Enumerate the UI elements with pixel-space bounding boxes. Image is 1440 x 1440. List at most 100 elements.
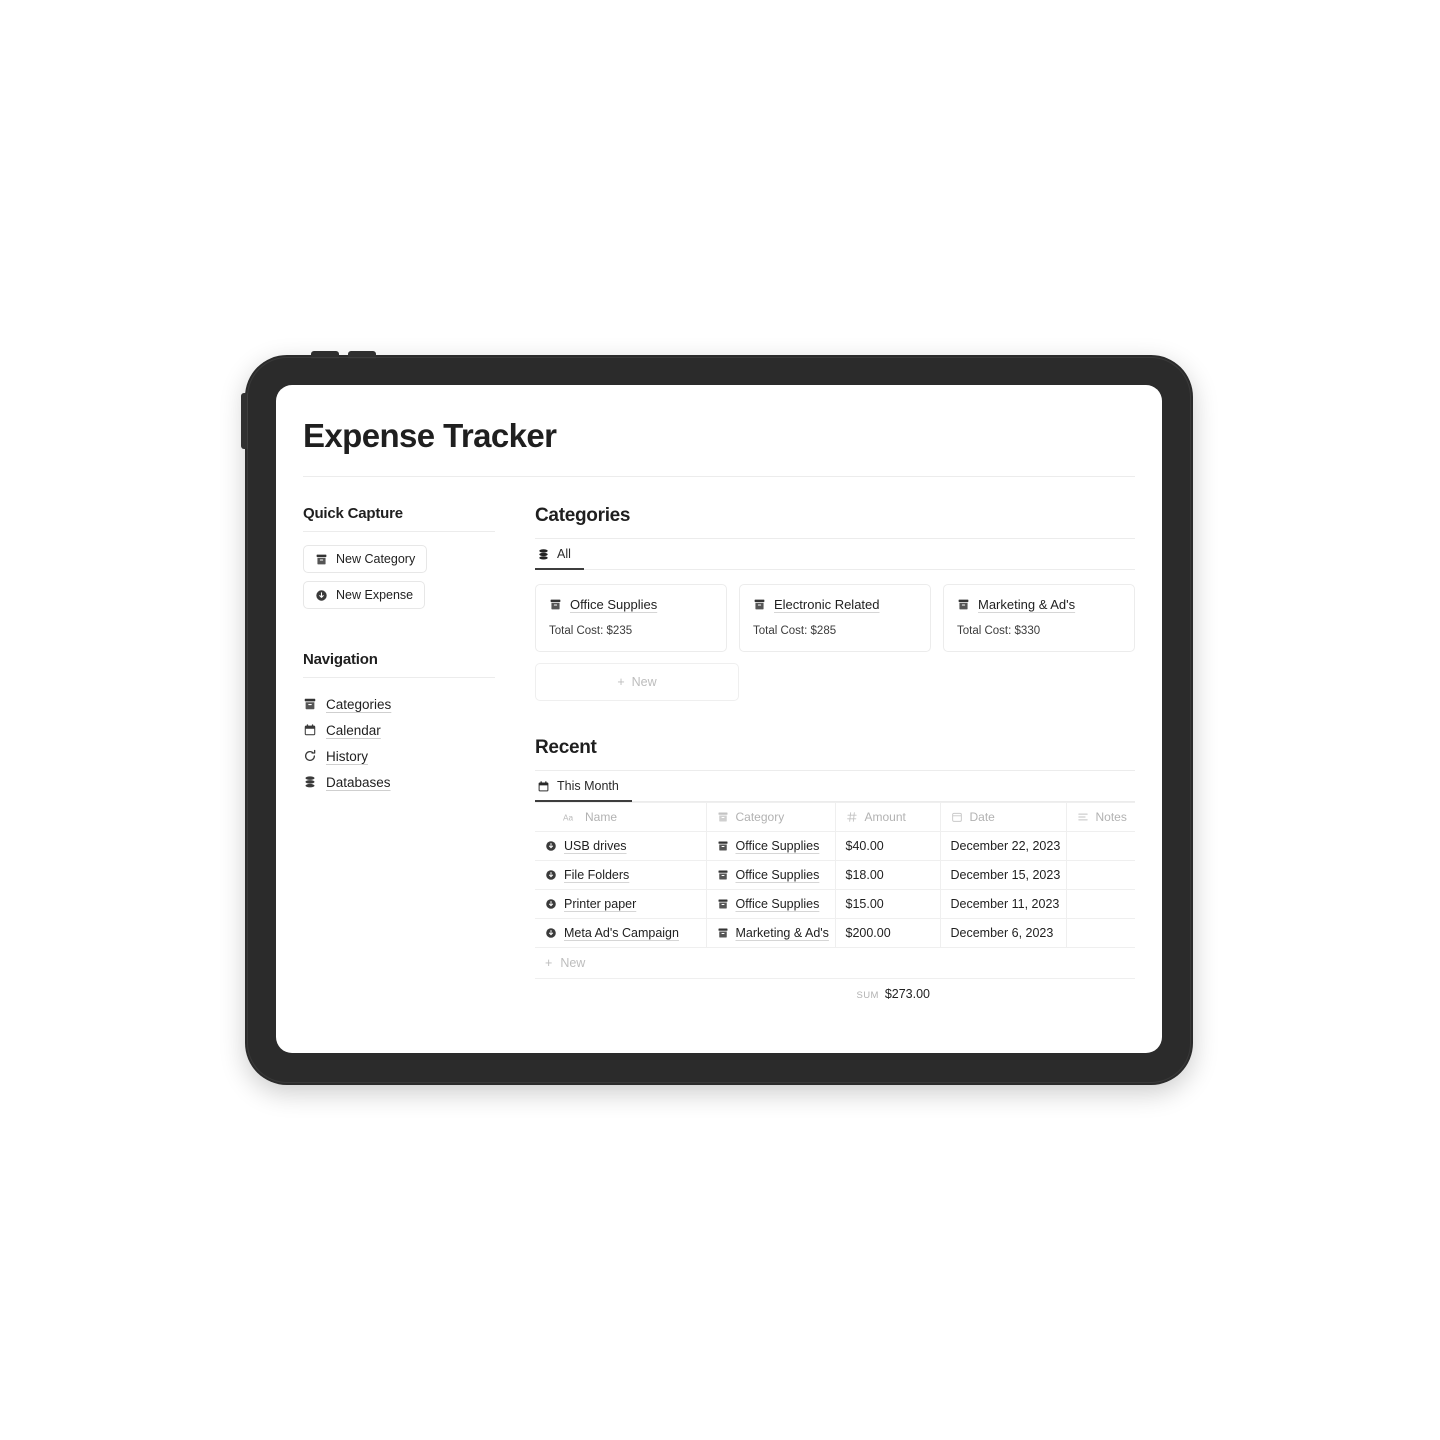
category-card-title: Marketing & Ad's xyxy=(957,597,1121,612)
cell-amount[interactable]: $40.00 xyxy=(835,831,941,862)
new-category-card-button[interactable]: + New xyxy=(535,663,739,702)
expense-circle-icon xyxy=(545,869,557,881)
cell-notes[interactable] xyxy=(1066,831,1135,862)
expense-name: File Folders xyxy=(564,868,630,883)
app-page: Expense Tracker Quick Capture New Catego… xyxy=(276,385,1162,1009)
tab-all[interactable]: All xyxy=(535,539,584,571)
table-row[interactable]: Printer paper Office Supplies $15.00 Dec… xyxy=(535,889,1135,920)
category-card-title: Office Supplies xyxy=(549,597,713,612)
expense-category: Marketing & Ad's xyxy=(735,926,829,941)
expenses-table-body: USB drives Office Supplies $40.00 Decemb… xyxy=(535,831,1135,949)
cell-category[interactable]: Office Supplies xyxy=(706,889,836,920)
volume-up-button[interactable] xyxy=(311,351,339,359)
cell-name[interactable]: File Folders xyxy=(535,860,707,891)
expense-category: Office Supplies xyxy=(735,897,820,912)
sidebar-item-databases[interactable]: Databases xyxy=(303,769,495,795)
history-icon xyxy=(303,749,317,763)
expense-circle-icon xyxy=(545,898,557,910)
expense-category: Office Supplies xyxy=(735,839,820,854)
new-row-button[interactable]: + New xyxy=(535,948,1135,980)
new-expense-button[interactable]: New Expense xyxy=(303,581,426,610)
cell-notes[interactable] xyxy=(1066,918,1135,949)
cell-name[interactable]: USB drives xyxy=(535,831,707,862)
category-card[interactable]: Electronic Related Total Cost: $285 xyxy=(739,584,931,653)
column-header-label: Name xyxy=(585,810,618,825)
category-card-title: Electronic Related xyxy=(753,597,917,612)
column-header-name[interactable]: Aa Name xyxy=(535,802,707,833)
sidebar-item-label: Calendar xyxy=(326,722,381,738)
cell-date[interactable]: December 15, 2023 xyxy=(940,860,1067,891)
recent-heading: Recent xyxy=(535,737,1135,772)
expense-category: Office Supplies xyxy=(735,868,820,883)
cell-date[interactable]: December 11, 2023 xyxy=(940,889,1067,920)
expense-circle-icon xyxy=(545,927,557,939)
page-title: Expense Tracker xyxy=(303,417,557,454)
tab-all-label: All xyxy=(557,547,571,562)
main-content: Categories All Office Supplies Total Cos… xyxy=(495,505,1135,1009)
archive-box-icon xyxy=(753,598,766,611)
tab-this-month[interactable]: This Month xyxy=(535,771,632,803)
expense-circle-icon xyxy=(545,840,557,852)
category-card-name: Marketing & Ad's xyxy=(978,597,1076,613)
sidebar-item-history[interactable]: History xyxy=(303,743,495,769)
screenshot-canvas: Expense Tracker Quick Capture New Catego… xyxy=(0,0,1440,1440)
expense-name: Meta Ad's Campaign xyxy=(564,926,679,941)
sidebar-item-categories[interactable]: Categories xyxy=(303,691,495,717)
quick-capture-heading: Quick Capture xyxy=(303,505,495,533)
column-header-label: Amount xyxy=(864,810,906,825)
table-row[interactable]: Meta Ad's Campaign Marketing & Ad's $200… xyxy=(535,918,1135,949)
cell-category[interactable]: Office Supplies xyxy=(706,860,836,891)
cell-category[interactable]: Office Supplies xyxy=(706,831,836,862)
column-header-amount[interactable]: Amount xyxy=(835,802,941,833)
sum-value: $273.00 xyxy=(884,987,930,1002)
category-card[interactable]: Office Supplies Total Cost: $235 xyxy=(535,584,727,653)
cell-amount[interactable]: $200.00 xyxy=(835,918,941,949)
category-card[interactable]: Marketing & Ad's Total Cost: $330 xyxy=(943,584,1135,653)
sidebar-item-label: History xyxy=(326,748,369,764)
archive-box-icon xyxy=(957,598,970,611)
text-aa-icon: Aa xyxy=(563,812,578,823)
column-header-label: Category xyxy=(735,810,785,825)
column-header-notes[interactable]: Notes xyxy=(1066,802,1135,833)
sidebar: Quick Capture New Category New Expense N… xyxy=(303,505,495,795)
cell-name[interactable]: Meta Ad's Campaign xyxy=(535,918,707,949)
cell-category[interactable]: Marketing & Ad's xyxy=(706,918,836,949)
sum-label: SUM xyxy=(856,990,879,1002)
cell-notes[interactable] xyxy=(1066,889,1135,920)
calendar-outline-icon xyxy=(951,811,963,823)
navigation-heading: Navigation xyxy=(303,651,495,679)
sidebar-item-calendar[interactable]: Calendar xyxy=(303,717,495,743)
expense-name: Printer paper xyxy=(564,897,637,912)
cell-amount[interactable]: $18.00 xyxy=(835,860,941,891)
archive-box-icon xyxy=(717,898,729,910)
column-header-label: Date xyxy=(969,810,995,825)
archive-box-icon xyxy=(315,553,328,566)
text-lines-icon xyxy=(1077,811,1089,823)
category-card-cost: Total Cost: $235 xyxy=(549,625,633,638)
table-row[interactable]: USB drives Office Supplies $40.00 Decemb… xyxy=(535,831,1135,862)
cell-date[interactable]: December 6, 2023 xyxy=(940,918,1067,949)
expenses-table: Aa Name Category Amount Date Notes USB d… xyxy=(535,802,1135,949)
page-header: Expense Tracker xyxy=(303,385,1135,478)
recent-tabbar: This Month xyxy=(535,771,1135,803)
quick-capture-buttons: New Category New Expense xyxy=(303,545,495,617)
sidebar-item-label: Categories xyxy=(326,696,392,712)
plus-icon: + xyxy=(617,675,625,690)
volume-down-button[interactable] xyxy=(348,351,376,359)
category-cards: Office Supplies Total Cost: $235 Electro… xyxy=(535,584,1135,653)
cell-notes[interactable] xyxy=(1066,860,1135,891)
cell-name[interactable]: Printer paper xyxy=(535,889,707,920)
table-header-row: Aa Name Category Amount Date Notes xyxy=(535,802,1135,833)
archive-box-icon xyxy=(717,927,729,939)
category-card-cost: Total Cost: $330 xyxy=(957,625,1041,638)
power-button[interactable] xyxy=(241,393,248,449)
cell-date[interactable]: December 22, 2023 xyxy=(940,831,1067,862)
new-category-button[interactable]: New Category xyxy=(303,545,428,574)
calendar-icon xyxy=(303,723,317,737)
cell-amount[interactable]: $15.00 xyxy=(835,889,941,920)
column-header-category[interactable]: Category xyxy=(706,802,836,833)
table-row[interactable]: File Folders Office Supplies $18.00 Dece… xyxy=(535,860,1135,891)
new-row-label: New xyxy=(560,956,586,971)
page-body: Quick Capture New Category New Expense N… xyxy=(303,477,1135,1009)
column-header-date[interactable]: Date xyxy=(940,802,1067,833)
